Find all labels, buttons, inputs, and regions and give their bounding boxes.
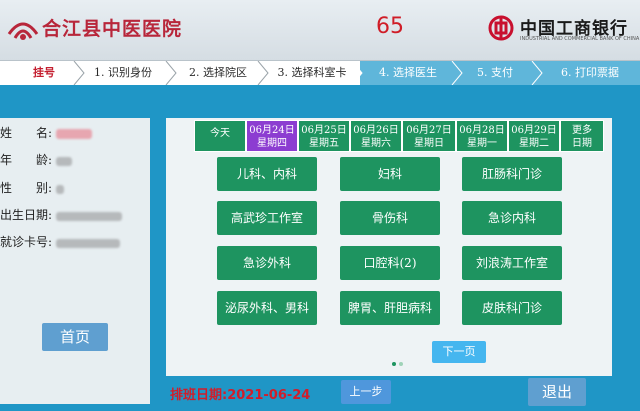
hospital-logo-icon (7, 22, 39, 40)
date-tab-more[interactable]: 更多 日期 (560, 120, 604, 152)
chevron-right-icon (73, 61, 85, 85)
patient-name-redacted (56, 129, 93, 139)
dept-button-dermatology[interactable]: 皮肤科门诊 (462, 291, 562, 325)
step-progress-bar: 挂号 1. 识别身份 2. 选择院区 3. 选择科室卡 4. 选择医生 5. 支… (0, 61, 640, 85)
dept-button-orthopedics[interactable]: 骨伤科 (340, 201, 440, 235)
page-dot (399, 362, 403, 366)
chevron-right-icon (352, 61, 363, 85)
dept-button-gastro-hepatology[interactable]: 脾胃、肝胆病科 (340, 291, 440, 325)
chevron-right-icon (451, 61, 463, 85)
dept-button-urology-andrology[interactable]: 泌尿外科、男科 (217, 291, 317, 325)
patient-name-label: 姓 名: (0, 126, 53, 140)
patient-age-redacted (56, 156, 73, 166)
step-select-doctor: 4. 选择医生 (379, 66, 437, 79)
date-tab-0629[interactable]: 06月29日 星期二 (508, 120, 560, 152)
date-tab-today[interactable]: 今天 (194, 120, 246, 152)
page-dot-active (392, 362, 396, 366)
exit-button[interactable]: 退出 (528, 378, 586, 406)
step-select-department: 3. 选择科室卡 (277, 66, 347, 79)
home-button[interactable]: 首页 (42, 323, 108, 351)
patient-card-label: 就诊卡号: (0, 235, 53, 249)
patient-gender-row: 性 别: (0, 179, 65, 196)
patient-age-label: 年 龄: (0, 153, 53, 167)
step-print-receipt: 6. 打印票据 (561, 66, 619, 79)
dept-button-stomatology[interactable]: 口腔科(2) (340, 246, 440, 280)
patient-name-row: 姓 名: (0, 124, 93, 141)
date-tab-0626[interactable]: 06月26日 星期六 (350, 120, 402, 152)
hospital-name: 合江县中医医院 (42, 18, 183, 40)
dept-button-liu-langtao-studio[interactable]: 刘浪涛工作室 (462, 246, 562, 280)
icbc-logo-icon (488, 15, 514, 41)
step-register: 挂号 (33, 66, 55, 79)
date-tab-0625[interactable]: 06月25日 星期五 (298, 120, 350, 152)
step-identify: 1. 识别身份 (94, 66, 152, 79)
page-indicator (392, 351, 406, 370)
schedule-date: 排班日期:2021-06-24 (170, 388, 311, 403)
dept-button-emergency-internal[interactable]: 急诊内科 (462, 201, 562, 235)
patient-gender-label: 性 别: (0, 181, 53, 195)
patient-card-row: 就诊卡号: (0, 233, 121, 250)
dept-button-anorectal[interactable]: 肛肠科门诊 (462, 157, 562, 191)
dept-button-gynecology[interactable]: 妇科 (340, 157, 440, 191)
dept-button-pediatrics-internal[interactable]: 儿科、内科 (217, 157, 317, 191)
chevron-right-icon (531, 61, 543, 85)
date-tab-0624[interactable]: 06月24日 星期四 (246, 120, 298, 152)
dept-button-emergency-surgery[interactable]: 急诊外科 (217, 246, 317, 280)
chevron-right-icon (257, 61, 269, 85)
patient-birth-redacted (56, 211, 123, 221)
step-select-campus: 2. 选择院区 (189, 66, 247, 79)
countdown-timer: 65 (376, 14, 404, 39)
step-payment: 5. 支付 (477, 66, 513, 79)
chevron-right-icon (165, 61, 177, 85)
next-page-button[interactable]: 下一页 (432, 341, 486, 363)
bank-subtitle: INDUSTRIAL AND COMMERCIAL BANK OF CHINA (520, 36, 640, 42)
patient-gender-redacted (56, 184, 65, 194)
date-tab-0627[interactable]: 06月27日 星期日 (402, 120, 456, 152)
header-bar: 合江县中医医院 65 中国工商银行 INDUSTRIAL AND COMMERC… (0, 0, 640, 61)
patient-age-row: 年 龄: (0, 151, 73, 168)
dept-button-gao-wuzhen-studio[interactable]: 高武珍工作室 (217, 201, 317, 235)
patient-birth-label: 出生日期: (0, 208, 53, 222)
patient-birth-row: 出生日期: (0, 206, 123, 223)
patient-card-redacted (56, 238, 121, 248)
prev-step-button[interactable]: 上一步 (341, 380, 391, 404)
date-tab-0628[interactable]: 06月28日 星期一 (456, 120, 508, 152)
